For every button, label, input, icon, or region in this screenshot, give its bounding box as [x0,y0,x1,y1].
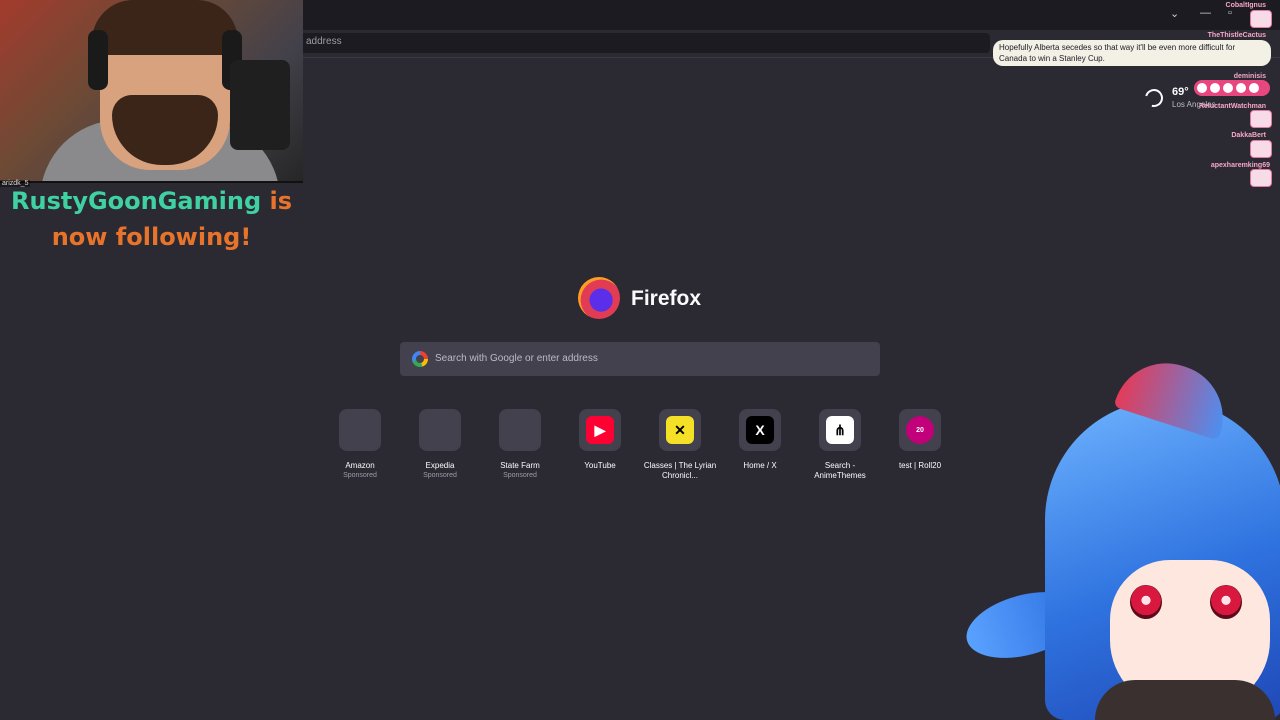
chat-message: Hopefully Alberta secedes so that way it… [993,40,1271,66]
url-bar-placeholder: address [306,36,342,47]
heart-icon [1249,83,1259,93]
top-site-label: test | Roll20 [898,461,942,470]
search-placeholder: Search with Google or enter address [435,353,598,364]
top-site-tile[interactable]: Amazon Sponsored [320,409,400,481]
search-input[interactable]: Search with Google or enter address [400,342,880,376]
chat-username: ReluctantWatchman [1198,103,1266,110]
follow-alert-text: now following! [51,223,252,251]
top-site-icon-tile[interactable]: ✕ [659,409,701,451]
x-icon: X [746,416,774,444]
top-site-tile[interactable]: ⋔ Search - AnimeThemes [800,409,880,481]
weather-temp[interactable]: 69° [1172,86,1189,98]
webcam-overlay [0,0,303,183]
top-site-label: YouTube [584,461,616,470]
url-bar[interactable]: address [300,33,990,53]
top-site-icon-tile[interactable]: ⋔ [819,409,861,451]
google-icon [412,351,428,367]
roll20-icon: 20 [906,416,934,444]
chat-username: DakkaBert [1231,132,1266,139]
lyrian-icon: ✕ [666,416,694,444]
sponsored-label: Sponsored [343,472,377,479]
top-site-icon-tile[interactable]: 20 [899,409,941,451]
top-site-label: Home / X [743,461,777,470]
follow-alert: RustyGoonGaming is now following! [0,183,303,255]
vtuber-body [1095,680,1275,720]
chat-avatar [1250,169,1272,187]
top-site-label: State Farm [500,461,540,470]
top-site-icon-tile[interactable]: X [739,409,781,451]
top-site-tile[interactable]: Expedia Sponsored [400,409,480,481]
youtube-icon: ▶ [586,416,614,444]
vtuber-left-eye [1130,585,1162,619]
tab-list-icon[interactable]: ⌄ [1170,7,1179,20]
follower-name: RustyGoonGaming [11,187,262,215]
chat-avatar [1250,110,1272,128]
sponsored-label: Sponsored [503,472,537,479]
top-site-icon-tile[interactable] [419,409,461,451]
sponsored-label: Sponsored [423,472,457,479]
top-site-tile[interactable]: ▶ YouTube [560,409,640,471]
top-site-label: Amazon [345,461,375,470]
headset-left [88,30,108,90]
microphone [230,60,290,150]
heart-icon [1223,83,1233,93]
heart-icon [1210,83,1220,93]
chat-username: TheThistleCactus [1207,32,1266,39]
top-site-icon-tile[interactable]: ▶ [579,409,621,451]
top-site-tile[interactable]: State Farm Sponsored [480,409,560,481]
chat-username: deminisis [1233,73,1266,80]
firefox-wordmark: Firefox [631,287,702,310]
animethemes-icon: ⋔ [826,416,854,444]
emote-hearts [1194,80,1270,96]
top-site-tile[interactable]: 20 test | Roll20 [880,409,960,471]
chat-avatar [1250,10,1272,28]
chat-avatar [1250,140,1272,158]
vtuber-right-eye [1210,585,1242,619]
chat-username: CobaltIgnus [1225,2,1266,9]
top-site-label: Expedia [425,461,455,470]
moon-icon [1141,85,1167,111]
heart-icon [1236,83,1246,93]
top-site-icon-tile[interactable] [499,409,541,451]
top-site-label: Search - AnimeThemes [814,461,866,480]
firefox-logo-icon [578,277,620,319]
streamer-hair [92,0,238,55]
top-site-tile[interactable]: X Home / X [720,409,800,471]
heart-icon [1197,83,1207,93]
follow-alert-is: is [269,187,292,215]
top-site-tile[interactable]: ✕ Classes | The Lyrian Chronicl... [640,409,720,481]
top-site-icon-tile[interactable] [339,409,381,451]
top-site-label: Classes | The Lyrian Chronicl... [643,461,717,480]
chat-username: apexharemking69 [1210,162,1270,169]
